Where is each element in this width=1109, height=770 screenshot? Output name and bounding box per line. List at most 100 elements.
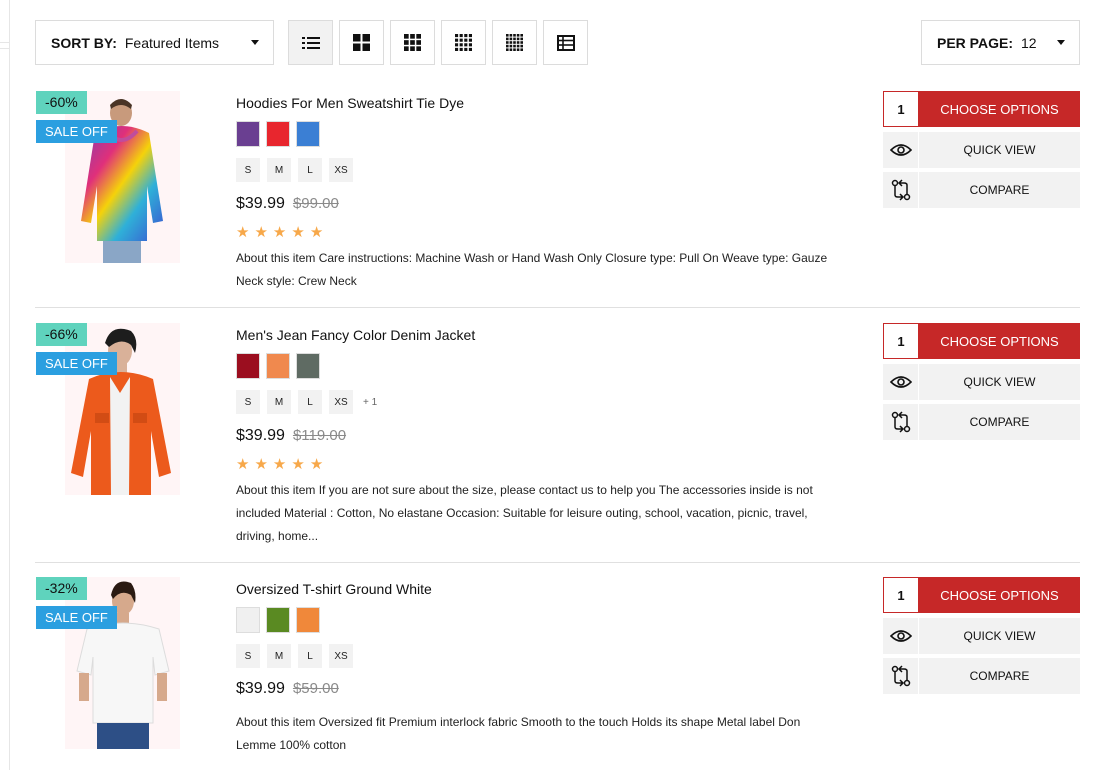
- size-option[interactable]: L: [298, 390, 322, 414]
- product-image[interactable]: [65, 577, 180, 749]
- left-sidebar-edge: [0, 0, 10, 770]
- quick-view-button[interactable]: QUICK VIEW: [883, 132, 1080, 168]
- discount-badge: -32%: [36, 577, 87, 600]
- list-view-icon: [301, 36, 320, 49]
- more-sizes-link[interactable]: + 1: [363, 397, 377, 408]
- sale-price: $39.99: [236, 195, 285, 212]
- size-option[interactable]: M: [267, 390, 291, 414]
- size-option[interactable]: XS: [329, 390, 353, 414]
- size-options: S M L XS: [236, 158, 353, 182]
- color-swatch[interactable]: [296, 607, 320, 633]
- product-image[interactable]: [65, 91, 180, 263]
- quick-view-button[interactable]: QUICK VIEW: [883, 618, 1080, 654]
- listing-toolbar: SORT BY: Featured Items PER PAGE: 12: [35, 20, 1080, 65]
- size-option[interactable]: XS: [329, 158, 353, 182]
- product-title[interactable]: Men's Jean Fancy Color Denim Jacket: [236, 327, 475, 343]
- color-swatches: [236, 121, 320, 147]
- grid-3-view-button[interactable]: [390, 20, 435, 65]
- sale-badge: SALE OFF: [36, 120, 117, 143]
- row-divider: [35, 562, 1080, 563]
- grid-4-icon: [455, 34, 472, 51]
- grid-3-icon: [404, 34, 421, 51]
- grid-2-view-button[interactable]: [339, 20, 384, 65]
- compare-icon: [883, 658, 918, 694]
- color-swatch[interactable]: [236, 607, 260, 633]
- product-title[interactable]: Oversized T-shirt Ground White: [236, 581, 432, 597]
- star-rating: ★ ★ ★ ★ ★: [236, 225, 323, 240]
- size-option[interactable]: L: [298, 644, 322, 668]
- denim-jacket-image: [71, 328, 171, 495]
- color-swatch[interactable]: [236, 121, 260, 147]
- product-title[interactable]: Hoodies For Men Sweatshirt Tie Dye: [236, 95, 464, 111]
- per-page-select[interactable]: PER PAGE: 12: [921, 20, 1080, 65]
- quick-view-button[interactable]: QUICK VIEW: [883, 364, 1080, 400]
- original-price: $119.00: [292, 427, 347, 444]
- size-option[interactable]: S: [236, 644, 260, 668]
- product-description: About this item If you are not sure abou…: [236, 483, 813, 543]
- list-view-button[interactable]: [288, 20, 333, 65]
- sale-price: $39.99: [236, 427, 285, 444]
- size-option[interactable]: M: [267, 158, 291, 182]
- compare-button[interactable]: COMPARE: [883, 658, 1080, 694]
- size-option[interactable]: M: [267, 644, 291, 668]
- sort-by-value: Featured Items: [124, 34, 220, 51]
- compare-icon: [883, 404, 918, 440]
- quick-view-label: QUICK VIEW: [919, 132, 1080, 168]
- hoodie-image: [81, 99, 163, 263]
- compare-label: COMPARE: [919, 658, 1080, 694]
- chevron-down-icon: [251, 40, 259, 45]
- chevron-down-icon: [1057, 40, 1065, 45]
- discount-badge: -66%: [36, 323, 87, 346]
- size-option[interactable]: XS: [329, 644, 353, 668]
- sale-price: $39.99: [236, 680, 285, 697]
- star-icon: ★: [254, 224, 268, 241]
- eye-icon: [883, 618, 918, 654]
- price: $39.99 $119.00: [236, 427, 346, 445]
- star-icon: ★: [309, 456, 324, 473]
- color-swatch[interactable]: [266, 353, 290, 379]
- quantity-input[interactable]: 1: [883, 323, 919, 359]
- add-to-cart-row: 1 CHOOSE OPTIONS: [883, 91, 1080, 127]
- grid-4-view-button[interactable]: [441, 20, 486, 65]
- size-option[interactable]: L: [298, 158, 322, 182]
- compare-label: COMPARE: [919, 172, 1080, 208]
- original-price: $59.00: [292, 680, 339, 697]
- compare-button[interactable]: COMPARE: [883, 404, 1080, 440]
- divider: [0, 48, 10, 49]
- original-price: $99.00: [292, 195, 339, 212]
- per-page-label: PER PAGE:: [937, 34, 1013, 51]
- eye-icon: [883, 132, 918, 168]
- table-view-button[interactable]: [543, 20, 588, 65]
- star-icon: ★: [236, 456, 250, 473]
- choose-options-button[interactable]: CHOOSE OPTIONS: [919, 323, 1080, 359]
- compare-icon: [883, 172, 918, 208]
- size-option[interactable]: S: [236, 158, 260, 182]
- grid-2-icon: [353, 34, 370, 51]
- compare-button[interactable]: COMPARE: [883, 172, 1080, 208]
- choose-options-button[interactable]: CHOOSE OPTIONS: [919, 577, 1080, 613]
- color-swatch[interactable]: [266, 607, 290, 633]
- color-swatches: [236, 353, 320, 379]
- star-icon: ★: [291, 456, 305, 473]
- sort-by-label: SORT BY:: [51, 34, 117, 51]
- color-swatch[interactable]: [296, 353, 320, 379]
- price: $39.99 $99.00: [236, 195, 339, 213]
- star-icon: ★: [236, 224, 250, 241]
- row-divider: [35, 307, 1080, 308]
- color-swatch[interactable]: [296, 121, 320, 147]
- grid-5-view-button[interactable]: [492, 20, 537, 65]
- table-view-icon: [556, 34, 575, 51]
- size-options: S M L XS + 1: [236, 390, 377, 414]
- divider: [0, 42, 10, 43]
- star-icon: ★: [272, 224, 287, 241]
- color-swatch[interactable]: [236, 353, 260, 379]
- sort-by-select[interactable]: SORT BY: Featured Items: [35, 20, 274, 65]
- quantity-input[interactable]: 1: [883, 577, 919, 613]
- quantity-input[interactable]: 1: [883, 91, 919, 127]
- choose-options-button[interactable]: CHOOSE OPTIONS: [919, 91, 1080, 127]
- size-option[interactable]: S: [236, 390, 260, 414]
- product-image[interactable]: [65, 323, 180, 495]
- color-swatch[interactable]: [266, 121, 290, 147]
- add-to-cart-row: 1 CHOOSE OPTIONS: [883, 577, 1080, 613]
- eye-icon: [883, 364, 918, 400]
